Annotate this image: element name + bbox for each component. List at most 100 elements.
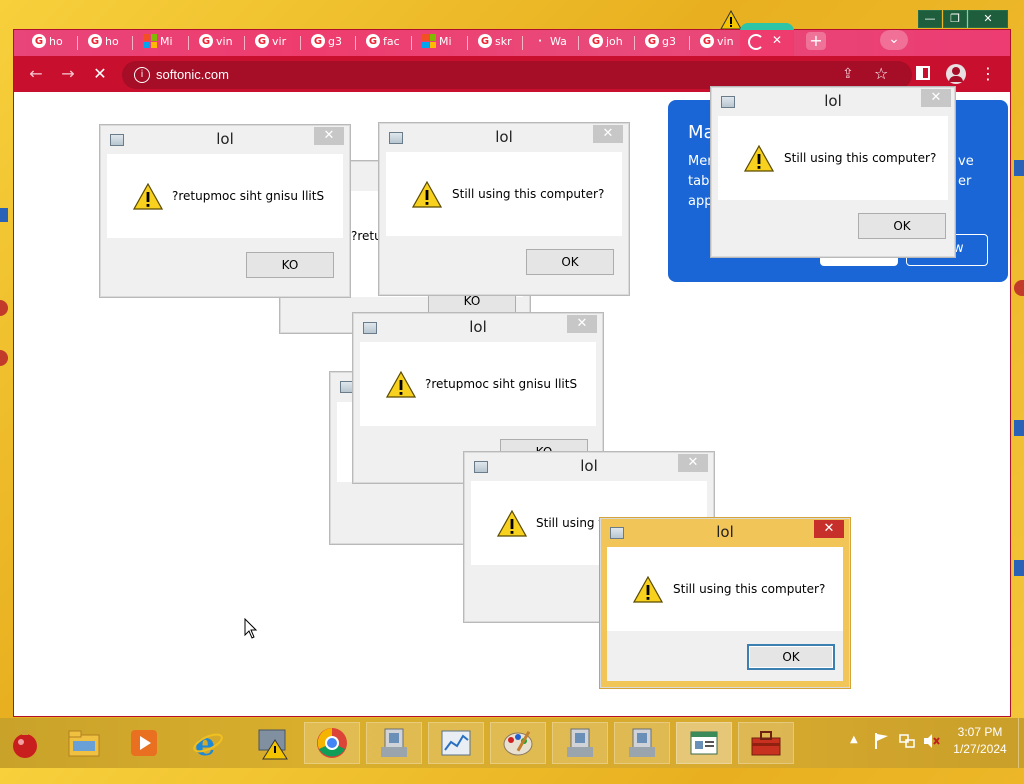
stop-loading-icon[interactable]: ✕ — [86, 60, 114, 88]
dialog-window: lol ✕ Still using this computer? OK — [710, 86, 956, 258]
kebab-menu-icon[interactable]: ⋮ — [980, 64, 996, 84]
clock-time: 3:07 PM — [957, 725, 1003, 739]
tab[interactable]: Gfac — [356, 30, 408, 52]
desktop-icon-fragment — [1014, 420, 1024, 436]
microsoft-icon — [143, 34, 157, 48]
side-panel-icon[interactable] — [916, 66, 930, 80]
tab[interactable]: Gvir — [245, 30, 297, 52]
file-explorer-icon[interactable] — [56, 722, 112, 764]
google-icon: G — [700, 34, 714, 48]
installer-icon[interactable] — [552, 722, 608, 764]
media-player-icon[interactable] — [116, 722, 172, 764]
tab-label: g3 — [662, 34, 676, 48]
promo-line: ve — [958, 154, 974, 169]
close-icon[interactable]: ✕ — [314, 127, 344, 145]
tab-label: fac — [383, 34, 400, 48]
toolbox-icon[interactable] — [738, 722, 794, 764]
forward-icon[interactable]: → — [54, 60, 82, 88]
promo-line: Mer — [688, 154, 713, 169]
url-text: softonic.com — [156, 67, 229, 82]
clock[interactable]: 3:07 PM 1/27/2024 — [948, 724, 1012, 774]
dialog-title: lol — [469, 318, 487, 336]
tab-label: Mi — [439, 34, 452, 48]
desktop-icon-fragment — [0, 208, 8, 222]
tab[interactable]: Gvin — [189, 30, 241, 52]
dialog-title: lol — [580, 457, 598, 475]
network-icon[interactable] — [898, 732, 916, 782]
close-icon[interactable]: ✕ — [814, 520, 844, 538]
tab[interactable]: Mi — [133, 30, 185, 52]
dialog-window-active: lol ✕ Still using this computer? OK — [599, 517, 851, 689]
dialog-window: lol ✕ ?retupmoc siht gnisu llitS KO — [99, 124, 351, 298]
share-icon[interactable]: ⇪ — [842, 66, 854, 82]
christmas-ornament-icon[interactable] — [0, 722, 50, 764]
address-bar[interactable]: i softonic.com ⇪ ☆ — [122, 61, 912, 89]
dialog-message: Still using this computer? — [673, 582, 826, 596]
tab[interactable]: Gg3 — [635, 30, 687, 52]
paint-icon[interactable] — [490, 722, 546, 764]
google-icon: G — [478, 34, 492, 48]
warning-icon — [744, 145, 774, 172]
clock-date: 1/27/2024 — [953, 742, 1007, 756]
tab-search-button[interactable]: ⌄ — [880, 30, 908, 50]
google-icon: G — [311, 34, 325, 48]
action-center-flag-icon[interactable] — [874, 732, 890, 782]
internet-explorer-icon[interactable]: e — [180, 722, 236, 764]
dialog-window-icon[interactable] — [676, 722, 732, 764]
tab[interactable]: · Wa — [523, 30, 575, 52]
desktop-icon-fragment — [1014, 280, 1024, 296]
back-icon[interactable]: ← — [22, 60, 50, 88]
tab-label: vir — [272, 34, 287, 48]
ok-button[interactable]: OK — [747, 644, 835, 670]
ok-button[interactable]: KO — [246, 252, 334, 278]
tab-active[interactable]: ✕ — [740, 30, 794, 56]
ok-button[interactable]: OK — [858, 213, 946, 239]
tab-label: ho — [49, 34, 63, 48]
close-icon[interactable]: ✕ — [678, 454, 708, 472]
tab-label: Wa — [550, 34, 567, 48]
tab-label: ho — [105, 34, 119, 48]
restore-button[interactable]: ❐ — [943, 10, 967, 28]
minimize-button[interactable]: — — [918, 10, 942, 28]
google-icon: G — [199, 34, 213, 48]
app-warning-icon[interactable] — [244, 722, 300, 764]
google-icon: G — [645, 34, 659, 48]
close-icon[interactable]: ✕ — [593, 125, 623, 143]
new-tab-button[interactable]: + — [806, 32, 826, 50]
volume-muted-icon[interactable] — [922, 732, 940, 782]
chart-window-icon[interactable] — [428, 722, 484, 764]
site-info-icon[interactable]: i — [134, 67, 150, 83]
dialog-message: ?retupmoc siht gnisu llitS — [425, 377, 578, 391]
tab[interactable]: Gho — [78, 30, 130, 52]
bookmark-star-icon[interactable]: ☆ — [874, 64, 888, 83]
tab[interactable]: Gg3 — [301, 30, 353, 52]
installer-icon[interactable] — [614, 722, 670, 764]
google-icon: G — [589, 34, 603, 48]
tab-label: joh — [606, 34, 623, 48]
tab[interactable]: Gho — [22, 30, 74, 52]
dialog-window: lol ✕ Still using this computer? OK — [378, 122, 630, 296]
close-window-button[interactable]: ✕ — [968, 10, 1008, 28]
tab[interactable]: Gskr — [468, 30, 520, 52]
warning-icon — [720, 10, 742, 30]
close-icon[interactable]: ✕ — [567, 315, 597, 333]
chrome-icon[interactable] — [304, 722, 360, 764]
installer-icon[interactable] — [366, 722, 422, 764]
taskbar: e ▲ 3:07 PM 1/27/2024 — [0, 718, 1024, 768]
ok-button[interactable]: OK — [526, 249, 614, 275]
show-desktop-button[interactable] — [1018, 718, 1024, 768]
desktop-icon-fragment — [0, 350, 8, 366]
tab-label: skr — [495, 34, 512, 48]
dialog-title: lol — [824, 92, 842, 110]
profile-avatar-icon[interactable] — [946, 64, 966, 84]
tab[interactable]: Gvin — [690, 30, 742, 52]
google-icon: G — [88, 34, 102, 48]
tab-label: vin — [216, 34, 233, 48]
tab[interactable]: Mi — [412, 30, 464, 52]
tab[interactable]: Gjoh — [579, 30, 631, 52]
close-icon[interactable]: ✕ — [921, 89, 951, 107]
show-hidden-icons-button[interactable]: ▲ — [850, 734, 858, 784]
dialog-message: ?retupmoc siht gnisu llitS — [172, 189, 325, 203]
close-tab-icon[interactable]: ✕ — [772, 33, 782, 47]
dialog-title: lol — [495, 128, 513, 146]
